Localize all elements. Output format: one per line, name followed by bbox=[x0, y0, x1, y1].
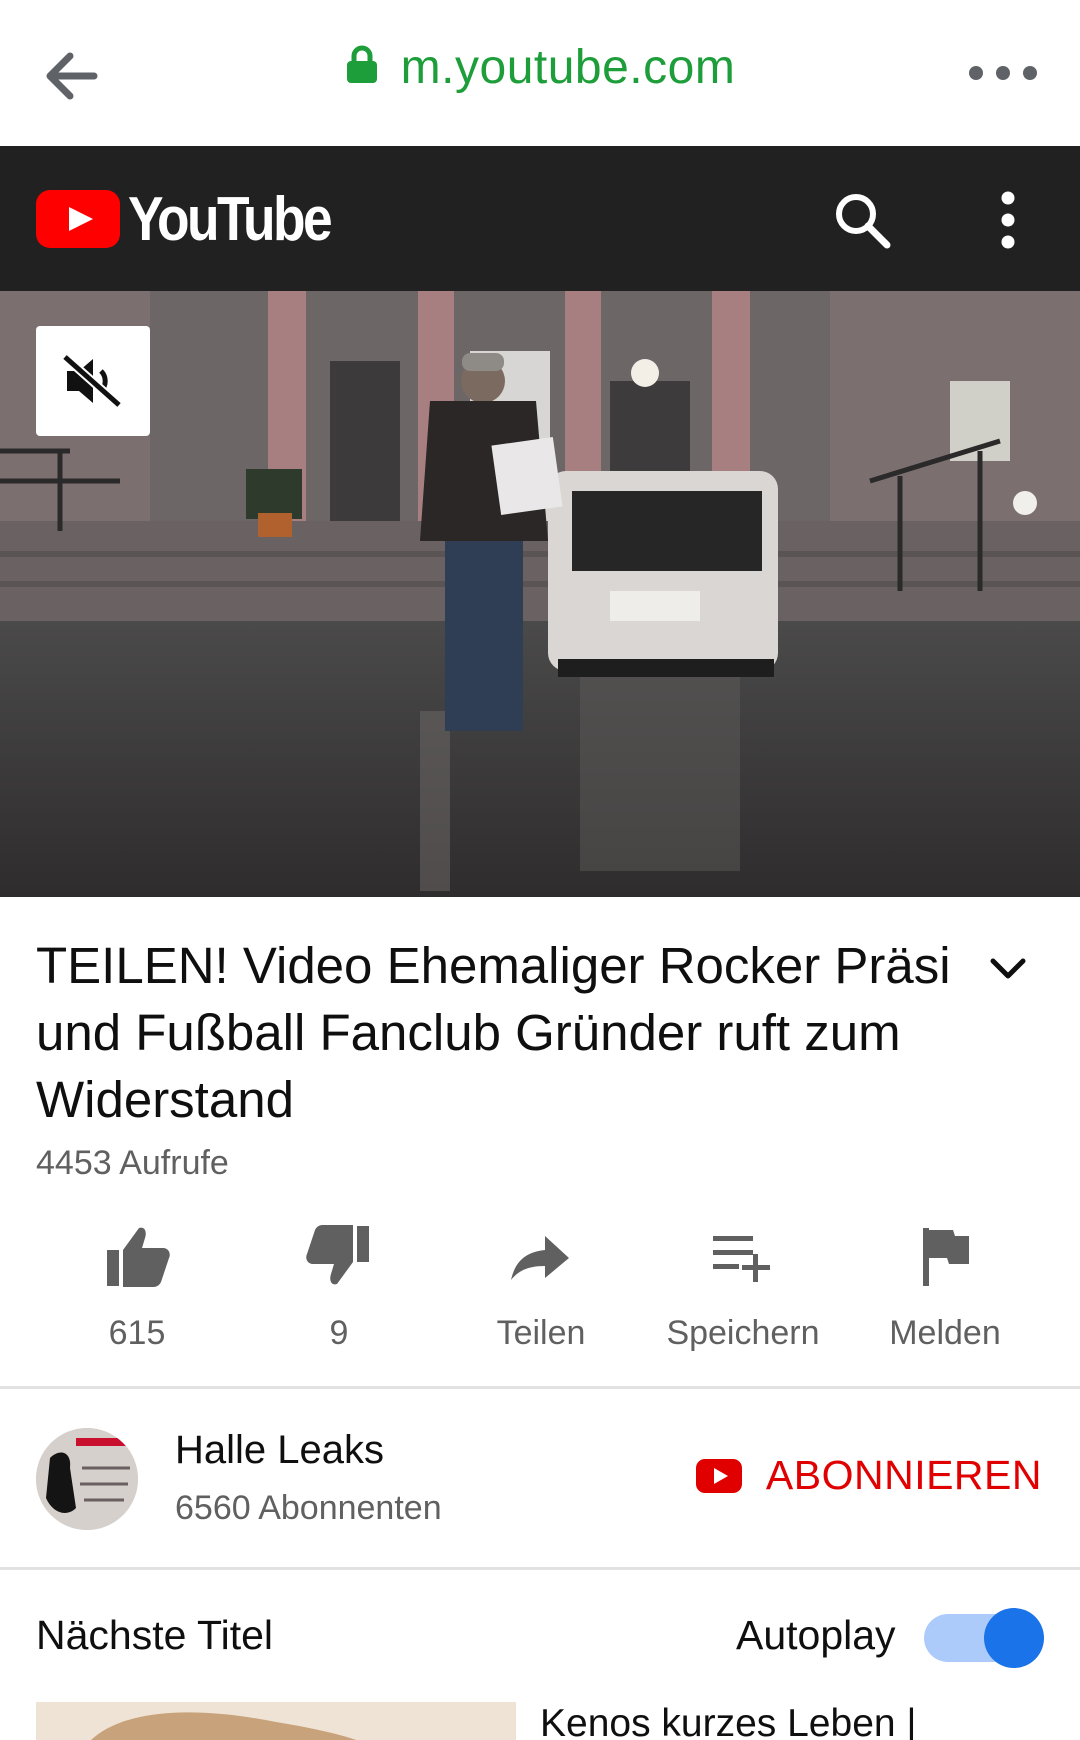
thumbs-up-icon bbox=[107, 1227, 170, 1287]
video-frame bbox=[0, 291, 1080, 897]
report-label: Melden bbox=[889, 1314, 1001, 1352]
channel-name[interactable]: Halle Leaks bbox=[175, 1428, 384, 1473]
channel-avatar[interactable] bbox=[36, 1428, 138, 1530]
report-button[interactable]: Melden bbox=[844, 1220, 1046, 1353]
like-count: 615 bbox=[108, 1314, 166, 1352]
video-actions: 615 9 Teilen Speichern Melden bbox=[0, 1220, 1080, 1360]
youtube-header: YouTube bbox=[0, 146, 1080, 291]
subscribe-button[interactable]: ABONNIEREN bbox=[695, 1452, 1042, 1499]
next-video-thumbnail[interactable] bbox=[36, 1702, 516, 1740]
lock-icon bbox=[346, 45, 377, 84]
youtube-wordmark: YouTube bbox=[128, 184, 333, 254]
autoplay-toggle[interactable] bbox=[924, 1608, 1044, 1668]
playlist-add-icon bbox=[713, 1236, 770, 1282]
flag-icon bbox=[923, 1228, 969, 1286]
save-button[interactable]: Speichern bbox=[642, 1220, 844, 1353]
share-icon bbox=[511, 1236, 569, 1280]
view-count: 4453 Aufrufe bbox=[36, 1144, 229, 1182]
more-vertical-icon[interactable] bbox=[998, 190, 1018, 250]
youtube-play-icon bbox=[695, 1458, 742, 1493]
video-player[interactable] bbox=[0, 291, 1080, 897]
share-label: Teilen bbox=[496, 1314, 586, 1352]
share-button[interactable]: Teilen bbox=[440, 1220, 642, 1353]
youtube-play-logo-icon bbox=[36, 190, 120, 248]
chevron-down-icon[interactable] bbox=[988, 952, 1028, 984]
toggle-knob bbox=[984, 1608, 1044, 1668]
divider bbox=[0, 1386, 1080, 1389]
autoplay-label: Autoplay bbox=[736, 1612, 896, 1658]
muted-speaker-icon bbox=[62, 353, 122, 409]
up-next-heading: Nächste Titel bbox=[36, 1612, 273, 1658]
url-text: m.youtube.com bbox=[400, 41, 736, 94]
divider bbox=[0, 1567, 1080, 1570]
search-icon[interactable] bbox=[832, 190, 892, 250]
unmute-button[interactable] bbox=[36, 326, 150, 436]
more-horizontal-icon[interactable] bbox=[968, 58, 1038, 88]
next-video-title[interactable]: Kenos kurzes Leben | bbox=[540, 1702, 917, 1740]
browser-address-bar: m.youtube.com bbox=[0, 0, 1080, 146]
thumbs-down-icon bbox=[306, 1225, 369, 1285]
subscribe-label: ABONNIEREN bbox=[765, 1452, 1042, 1498]
channel-avatar-image bbox=[36, 1428, 138, 1530]
save-label: Speichern bbox=[666, 1314, 820, 1352]
youtube-logo[interactable]: YouTube bbox=[36, 185, 363, 254]
url-field[interactable]: m.youtube.com bbox=[0, 40, 1080, 95]
dislike-button[interactable]: 9 bbox=[238, 1220, 440, 1353]
video-title: TEILEN! Video Ehemaliger Rocker Präsi un… bbox=[36, 937, 951, 1128]
next-video-thumbnail-image bbox=[36, 1702, 516, 1740]
subscriber-count: 6560 Abonnenten bbox=[175, 1489, 442, 1527]
dislike-count: 9 bbox=[329, 1314, 349, 1352]
like-button[interactable]: 615 bbox=[36, 1220, 238, 1353]
